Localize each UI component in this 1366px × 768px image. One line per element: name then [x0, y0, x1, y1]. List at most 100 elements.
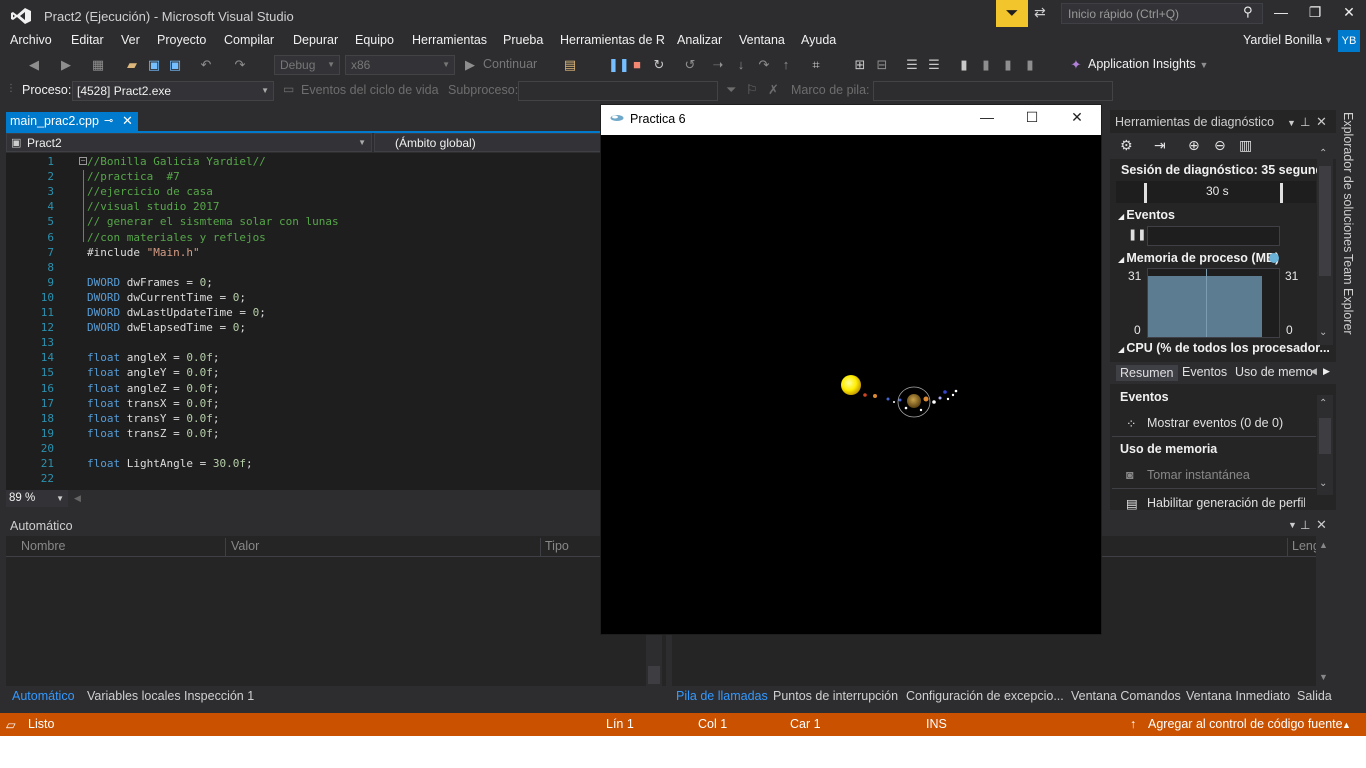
play-icon[interactable]: ▶ [462, 57, 478, 73]
zoom-out-icon[interactable]: ⊖ [1214, 137, 1226, 154]
outdent-icon[interactable]: ☰ [904, 57, 920, 73]
code-line[interactable]: 7 #include "Main.h" [6, 245, 600, 260]
menu-depurar[interactable]: Depurar [293, 33, 338, 47]
code-line[interactable]: 20 [6, 441, 600, 456]
code-line[interactable]: 16 float angleZ = 0.0f; [6, 381, 600, 396]
quick-launch-input[interactable]: Inicio rápido (Ctrl+Q) [1061, 3, 1263, 24]
code-line[interactable]: 2 //practica #7 [6, 169, 600, 184]
code-line[interactable]: 17 float transX = 0.0f; [6, 396, 600, 411]
configuration-select[interactable]: Debug ▼ [274, 55, 340, 75]
scroll-thumb[interactable] [1319, 166, 1331, 276]
column-header-value[interactable]: Valor [231, 539, 259, 553]
menu-ventana[interactable]: Ventana [739, 33, 785, 47]
menu-ayuda[interactable]: Ayuda [801, 33, 836, 47]
tab-memory-usage[interactable]: Uso de memo [1235, 365, 1313, 379]
chevron-up-icon[interactable]: ▲ [1342, 720, 1351, 730]
code-line[interactable]: 10 DWORD dwCurrentTime = 0; [6, 290, 600, 305]
menu-herramientas-r[interactable]: Herramientas de R [560, 33, 665, 47]
tab-team-explorer[interactable]: Team Explorer [1341, 254, 1355, 335]
tab-output[interactable]: Salida [1297, 689, 1332, 703]
bookmark-icon[interactable]: ▮ [956, 57, 972, 73]
stop-icon[interactable]: ■ [629, 57, 645, 72]
scroll-left-icon[interactable]: ◀ [1310, 366, 1317, 377]
menu-archivo[interactable]: Archivo [10, 33, 52, 47]
save-icon[interactable]: ▣ [146, 57, 162, 73]
continue-button[interactable]: Continuar [483, 57, 537, 71]
close-button[interactable]: ✕ [1066, 109, 1088, 129]
back-icon[interactable]: ◀ [26, 57, 42, 73]
menu-proyecto[interactable]: Proyecto [157, 33, 206, 47]
scroll-thumb[interactable] [648, 666, 660, 684]
menu-herramientas[interactable]: Herramientas [412, 33, 487, 47]
step-out-icon[interactable]: ↷ [756, 57, 772, 73]
solar-system-render[interactable] [601, 135, 1101, 634]
indent-icon[interactable]: ☰ [926, 57, 942, 73]
attach-process-icon[interactable]: ▤ [562, 57, 578, 73]
feedback-icon[interactable]: ⏷ [996, 0, 1028, 27]
code-line[interactable]: 3 //ejercicio de casa [6, 184, 600, 199]
avatar[interactable]: YB [1338, 30, 1360, 52]
scroll-right-icon[interactable]: ▶ [1323, 366, 1330, 377]
pin-icon[interactable]: ⊸ [104, 114, 113, 127]
code-line[interactable]: 1 −//Bonilla Galicia Yardiel// [6, 154, 600, 169]
platform-select[interactable]: x86 ▼ [345, 55, 455, 75]
hide-icon[interactable]: ✗ [768, 82, 779, 98]
step-up-icon[interactable]: ↑ [778, 57, 794, 72]
hex-display-icon[interactable]: ⌗ [808, 57, 824, 73]
scroll-up-icon[interactable]: ⌃ [1319, 148, 1327, 159]
scroll-down-icon[interactable]: ▼ [1319, 672, 1328, 682]
menu-analizar[interactable]: Analizar [677, 33, 722, 47]
code-line[interactable]: 5 // generar el sismtema solar con lunas [6, 214, 600, 229]
events-track[interactable] [1147, 226, 1280, 246]
step-into-icon[interactable]: ➝ [710, 57, 726, 73]
tab-exception-settings[interactable]: Configuración de excepcio... [906, 689, 1064, 703]
forward-icon[interactable]: ▶ [58, 57, 74, 73]
tab-main-prac2[interactable]: main_prac2.cpp ⊸ ✕ [6, 112, 138, 131]
next-bookmark-icon[interactable]: ▮ [1000, 57, 1016, 73]
code-line[interactable]: 22 [6, 471, 600, 486]
zoom-in-icon[interactable]: ⊕ [1188, 137, 1200, 154]
step-over-icon[interactable]: ↓ [733, 57, 749, 72]
scroll-thumb[interactable] [1319, 418, 1331, 454]
flag-threads-icon[interactable]: ⚐ [746, 82, 758, 98]
tab-watch[interactable]: Inspección 1 [184, 689, 254, 703]
chevron-down-icon[interactable]: ▼ [1287, 118, 1296, 128]
take-snapshot-button[interactable]: Tomar instantánea [1147, 468, 1250, 482]
clear-bookmarks-icon[interactable]: ▮ [1022, 57, 1038, 73]
tab-solution-explorer[interactable]: Explorador de soluciones [1341, 112, 1355, 252]
minimize-button[interactable]: — [1266, 4, 1296, 24]
code-line[interactable]: 4 //visual studio 2017 [6, 199, 600, 214]
layout-icon[interactable]: ⊟ [874, 57, 890, 73]
maximize-button[interactable]: ☐ [1021, 109, 1043, 129]
project-navigation-select[interactable]: ▣ Pract2 ▼ [6, 133, 372, 152]
call-stack-scrollbar[interactable] [1316, 536, 1332, 686]
scope-navigation-select[interactable]: (Ámbito global) [374, 133, 604, 152]
close-button[interactable]: ✕ [1334, 4, 1364, 24]
connect-icon[interactable]: ⇄ [1034, 4, 1054, 24]
open-file-icon[interactable]: ▰ [124, 57, 140, 73]
thread-select[interactable] [518, 81, 718, 101]
column-separator[interactable] [540, 538, 541, 556]
redo-icon[interactable]: ↷ [232, 57, 248, 73]
menu-equipo[interactable]: Equipo [355, 33, 394, 47]
reset-zoom-icon[interactable]: ▥ [1239, 137, 1252, 154]
tab-events[interactable]: Eventos [1182, 365, 1227, 379]
code-line[interactable]: 13 [6, 335, 600, 350]
code-line[interactable]: 12 DWORD dwElapsedTime = 0; [6, 320, 600, 335]
code-line[interactable]: 15 float angleY = 0.0f; [6, 365, 600, 380]
timeline-start-marker[interactable] [1144, 183, 1147, 203]
breakpoint-window-icon[interactable]: ⊞ [852, 57, 868, 73]
export-icon[interactable]: ⇥ [1154, 137, 1166, 154]
pin-icon[interactable]: ⊥ [1300, 115, 1310, 129]
source-control-button[interactable]: Agregar al control de código fuente [1148, 717, 1343, 731]
code-line[interactable]: 21 float LightAngle = 30.0f; [6, 456, 600, 471]
menu-editar[interactable]: Editar [71, 33, 104, 47]
scroll-down-icon[interactable]: ⌄ [1319, 478, 1327, 489]
pause-icon[interactable]: ❚❚ [608, 57, 630, 73]
new-project-icon[interactable]: ▦ [90, 57, 106, 73]
tab-locals[interactable]: Variables locales [87, 689, 181, 703]
zoom-select[interactable]: 89 % ▼ [6, 490, 68, 507]
code-line[interactable]: 9 DWORD dwFrames = 0; [6, 275, 600, 290]
code-line[interactable]: 14 float angleX = 0.0f; [6, 350, 600, 365]
tab-call-stack[interactable]: Pila de llamadas [676, 689, 768, 703]
